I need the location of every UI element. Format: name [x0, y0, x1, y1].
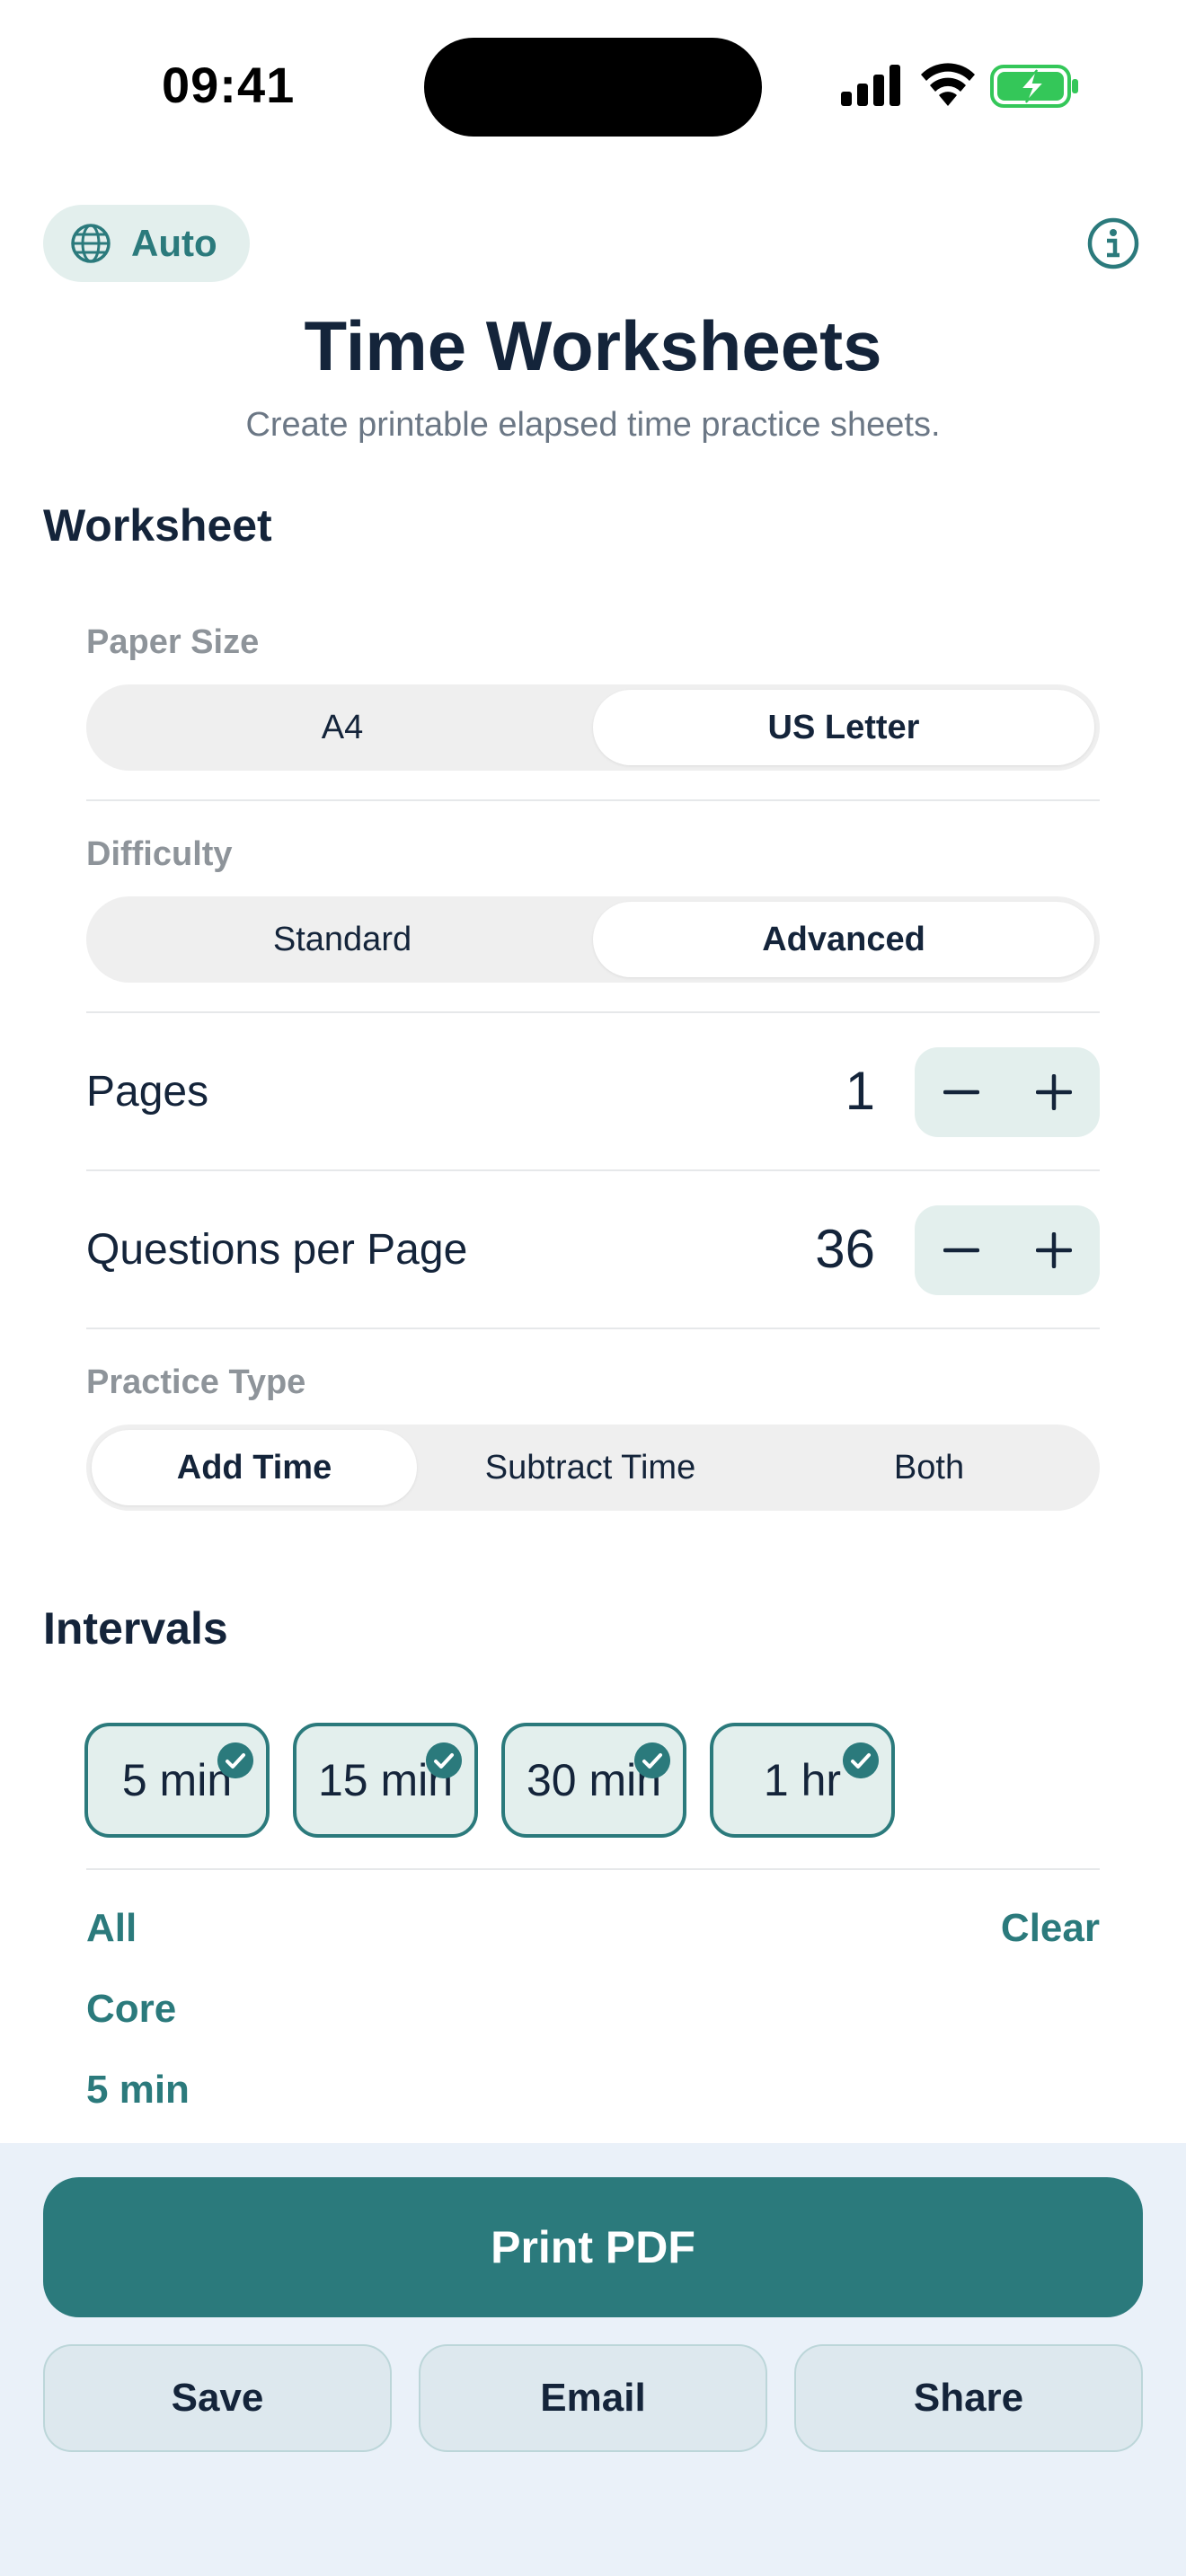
difficulty-label: Difficulty: [86, 835, 233, 873]
interval-chip-30-min[interactable]: 30 min: [501, 1723, 686, 1838]
info-icon[interactable]: [1087, 217, 1139, 269]
paper-size-option-us-letter[interactable]: US Letter: [593, 690, 1094, 765]
checkmark-icon: [426, 1742, 462, 1778]
practice-type-option-both[interactable]: Both: [764, 1430, 1094, 1505]
intervals-heading: Intervals: [43, 1603, 228, 1654]
save-button[interactable]: Save: [43, 2344, 392, 2452]
checkmark-icon: [634, 1742, 670, 1778]
print-pdf-button[interactable]: Print PDF: [43, 2177, 1143, 2317]
minus-icon: [943, 1090, 979, 1095]
questions-per-page-value: 36: [815, 1219, 875, 1279]
difficulty-segmented: Standard Advanced: [86, 896, 1100, 983]
pages-value: 1: [845, 1061, 875, 1121]
pages-label: Pages: [86, 1068, 209, 1116]
preset-core-link[interactable]: Core: [86, 1987, 176, 2032]
divider: [86, 1868, 1100, 1870]
interval-chip-5-min[interactable]: 5 min: [84, 1723, 270, 1838]
divider: [86, 1011, 1100, 1013]
plus-icon: [1035, 1232, 1072, 1268]
pages-stepper: [915, 1047, 1100, 1137]
worksheet-heading: Worksheet: [43, 500, 272, 551]
checkmark-icon: [217, 1742, 253, 1778]
practice-type-label: Practice Type: [86, 1363, 306, 1401]
preset-5-min-link[interactable]: 5 min: [86, 2068, 190, 2113]
select-all-link[interactable]: All: [86, 1906, 137, 1951]
minus-icon: [943, 1248, 979, 1253]
checkmark-icon: [843, 1742, 879, 1778]
battery-charging-icon: [990, 65, 1078, 108]
difficulty-option-standard[interactable]: Standard: [92, 902, 593, 977]
questions-increment-button[interactable]: [1007, 1205, 1100, 1295]
pages-increment-button[interactable]: [1007, 1047, 1100, 1137]
status-time: 09:41: [162, 57, 296, 113]
practice-type-option-add-time[interactable]: Add Time: [92, 1430, 417, 1505]
difficulty-option-advanced[interactable]: Advanced: [593, 902, 1094, 977]
paper-size-label: Paper Size: [86, 623, 260, 661]
practice-type-option-subtract-time[interactable]: Subtract Time: [417, 1430, 764, 1505]
divider: [86, 799, 1100, 801]
questions-per-page-label: Questions per Page: [86, 1226, 468, 1274]
plus-icon: [1035, 1074, 1072, 1110]
language-selector[interactable]: Auto: [43, 205, 250, 282]
paper-size-segmented: A4 US Letter: [86, 684, 1100, 771]
language-label: Auto: [131, 222, 217, 264]
wifi-icon: [921, 63, 975, 106]
pages-decrement-button[interactable]: [915, 1047, 1007, 1137]
practice-type-segmented: Add Time Subtract Time Both: [86, 1425, 1100, 1511]
email-button[interactable]: Email: [419, 2344, 767, 2452]
questions-decrement-button[interactable]: [915, 1205, 1007, 1295]
page-subtitle: Create printable elapsed time practice s…: [245, 406, 941, 444]
interval-chip-1-hr[interactable]: 1 hr: [710, 1723, 895, 1838]
chip-label: 1 hr: [763, 1755, 842, 1805]
chip-label: 5 min: [121, 1755, 233, 1805]
divider: [86, 1169, 1100, 1171]
divider: [86, 1328, 1100, 1329]
interval-chip-15-min[interactable]: 15 min: [293, 1723, 478, 1838]
questions-stepper: [915, 1205, 1100, 1295]
dynamic-island: [424, 38, 762, 137]
cellular-signal-icon: [841, 65, 900, 106]
page-title: Time Worksheets: [304, 306, 882, 385]
clear-link[interactable]: Clear: [1001, 1906, 1100, 1951]
paper-size-option-a4[interactable]: A4: [92, 690, 593, 765]
share-button[interactable]: Share: [794, 2344, 1143, 2452]
globe-icon: [71, 224, 111, 263]
